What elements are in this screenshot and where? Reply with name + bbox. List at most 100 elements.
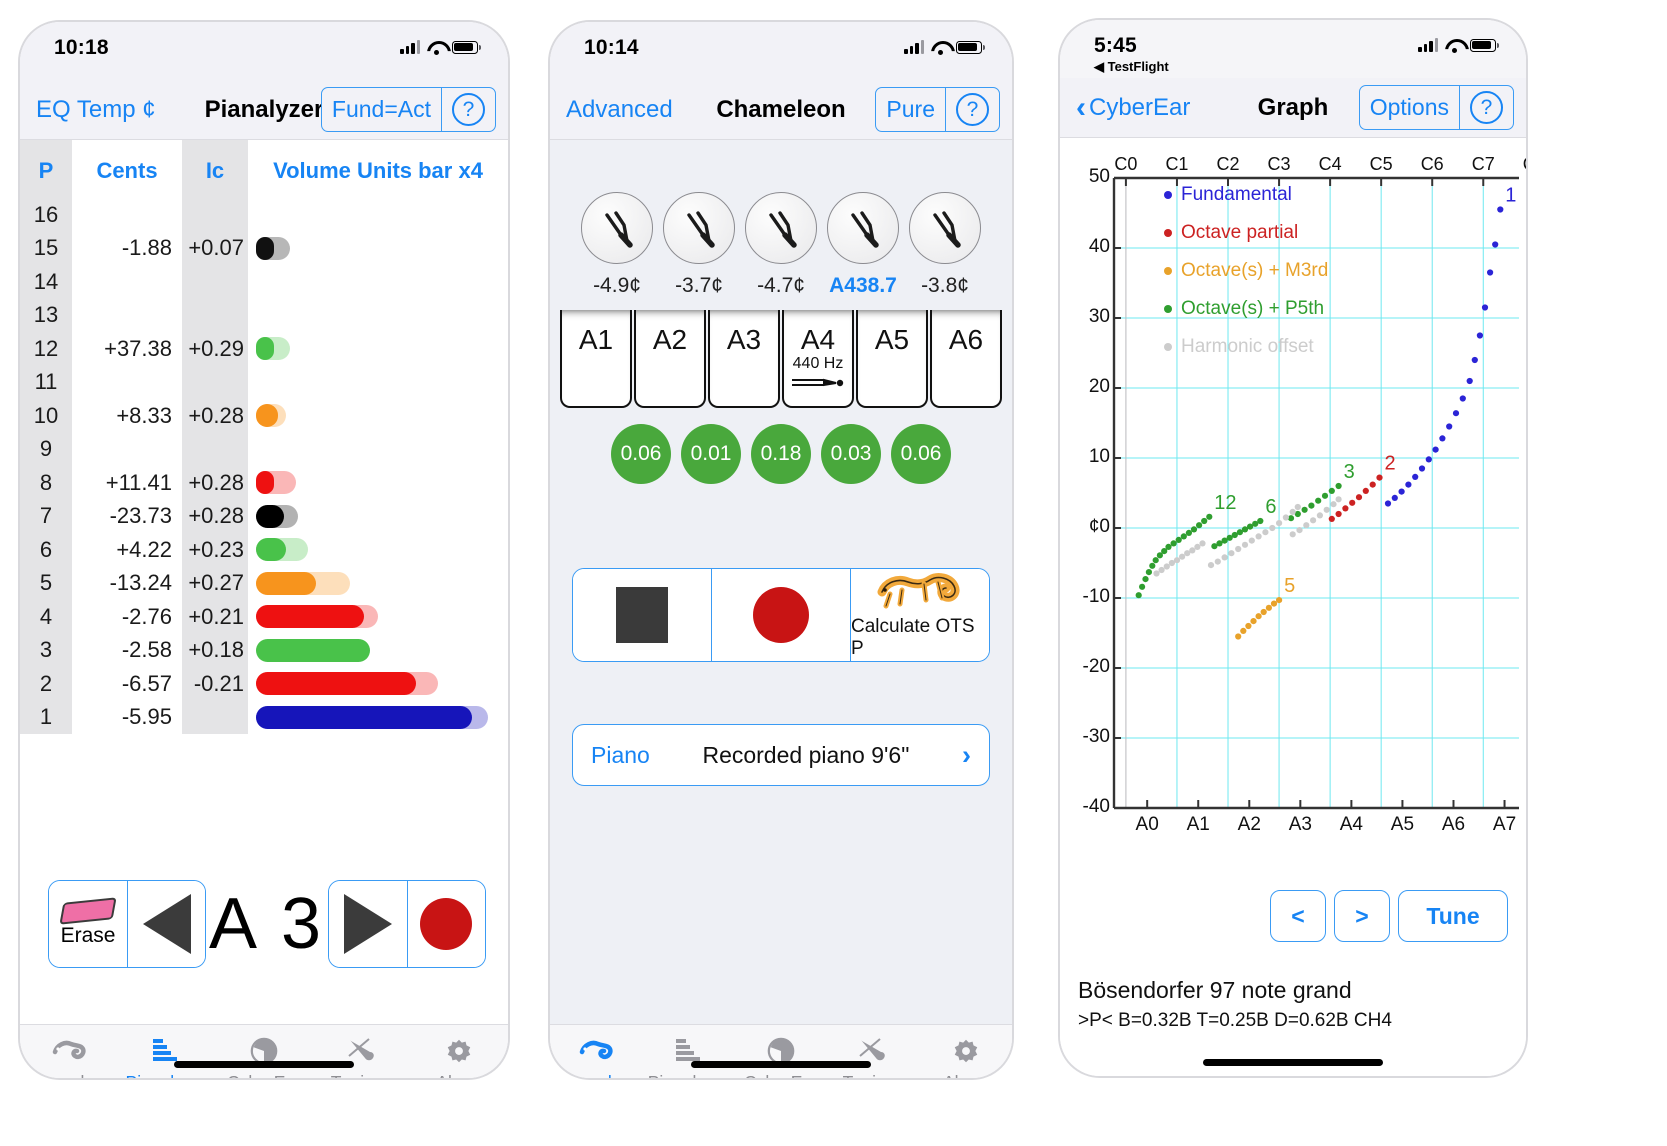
piano-key-A5[interactable]: A5 xyxy=(856,310,928,408)
cell-partial: 13 xyxy=(20,298,72,332)
next-note-button[interactable]: > xyxy=(1334,890,1390,942)
status-bar: 10:14 xyxy=(550,22,1012,80)
stop-button[interactable] xyxy=(573,569,711,661)
fork-column-1[interactable]: -4.9¢ xyxy=(581,192,653,298)
cell-ic: +0.28 xyxy=(182,499,248,533)
cell-cents xyxy=(72,433,182,467)
help-button[interactable]: ? xyxy=(441,88,495,131)
cell-cents: -2.58 xyxy=(121,637,172,663)
screenshot-root: 10:18 EQ Temp ¢ Pianalyzer Fund=Act ? P … xyxy=(0,0,1667,1146)
piano-selector-row[interactable]: Piano Recorded piano 9'6" › xyxy=(572,724,990,786)
fork-cents-value: -3.8¢ xyxy=(921,274,969,297)
tuning-fork-icon[interactable] xyxy=(827,192,899,264)
help-button[interactable]: ? xyxy=(1459,86,1513,129)
options-button[interactable]: Options xyxy=(1360,86,1459,129)
table-row[interactable]: 7 -23.73 +0.28 xyxy=(20,499,508,533)
table-row[interactable]: 8 +11.41 +0.28 xyxy=(20,466,508,500)
tab-tunings[interactable]: Tunings xyxy=(827,1033,919,1078)
fork-column-4[interactable]: A438.7 xyxy=(827,192,899,298)
table-row[interactable]: 2 -6.57 -0.21 xyxy=(20,667,508,701)
tab-label: CyberEar xyxy=(227,1072,301,1078)
tuning-fork-icon[interactable] xyxy=(581,192,653,264)
previous-note-button[interactable]: < xyxy=(1270,890,1326,942)
svg-text:12: 12 xyxy=(1214,492,1236,514)
fund-act-button[interactable]: Fund=Act xyxy=(322,88,441,131)
tab-chameleon[interactable]: Chameleon xyxy=(20,1033,118,1078)
tab-cyberear[interactable]: CyberEar xyxy=(735,1033,827,1078)
piano-key-A2[interactable]: A2 xyxy=(634,310,706,408)
calculate-ots-button[interactable]: Calculate OTS P xyxy=(850,569,989,661)
legend-item: Octave(s) + P5th xyxy=(1164,290,1328,328)
question-mark-icon: ? xyxy=(956,93,989,126)
cell-partial: 4 xyxy=(20,600,72,634)
svg-text:2: 2 xyxy=(1384,453,1395,475)
x-bottom-tick-label: A3 xyxy=(1288,814,1312,835)
table-row[interactable]: 9 xyxy=(20,432,508,467)
table-row[interactable]: 3 -2.58 +0.18 xyxy=(20,633,508,668)
record-button[interactable] xyxy=(406,881,485,967)
tuning-graph[interactable]: 12 6 3 2 1 5 -40 -30 -20 -10 ¢0 10 20 30 40 50 C0 C1 C2 C3 C… xyxy=(1068,142,1526,882)
chameleon-lizard-icon xyxy=(877,573,960,609)
fork-column-2[interactable]: -3.7¢ xyxy=(663,192,735,298)
fork-column-3[interactable]: -4.7¢ xyxy=(745,192,817,298)
table-row[interactable]: 16 xyxy=(20,198,508,232)
legend-label: Harmonic offset xyxy=(1181,336,1314,357)
table-row[interactable]: 15 -1.88 +0.07 xyxy=(20,231,508,265)
phone-panel-chameleon: 10:14 Advanced Chameleon Pure ? -4.9¢ -3.… xyxy=(548,20,1014,1080)
cell-bar xyxy=(248,634,508,668)
tuning-fork-icon[interactable] xyxy=(663,192,735,264)
table-row[interactable]: 11 xyxy=(20,365,508,399)
tab-pianalyzer[interactable]: Pianalyzer xyxy=(118,1033,216,1078)
table-row[interactable]: 6 +4.22 +0.23 xyxy=(20,533,508,567)
table-header-row: P Cents Ic Volume Units bar x4 xyxy=(20,140,508,198)
piano-key-A1[interactable]: A1 xyxy=(560,310,632,408)
table-row[interactable]: 1 -5.95 xyxy=(20,700,508,734)
svg-text:6: 6 xyxy=(1265,496,1276,518)
tuning-fork-icon[interactable] xyxy=(909,192,981,264)
question-mark-icon: ? xyxy=(452,93,485,126)
cell-bar xyxy=(248,567,508,601)
help-button[interactable]: ? xyxy=(945,88,999,131)
next-note-button[interactable] xyxy=(328,881,407,967)
tab-about[interactable]: About xyxy=(920,1033,1012,1078)
fork-column-5[interactable]: -3.8¢ xyxy=(909,192,981,298)
status-bar: 5:45 ◀ TestFlight xyxy=(1060,20,1526,78)
table-row[interactable]: 12 +37.38 +0.29 xyxy=(20,332,508,366)
piano-key-A6[interactable]: A6 xyxy=(930,310,1002,408)
back-to-app-label[interactable]: ◀ TestFlight xyxy=(1094,59,1169,75)
cell-partial: 9 xyxy=(20,432,72,466)
table-row[interactable]: 10 +8.33 +0.28 xyxy=(20,399,508,433)
tab-pianalyzer[interactable]: Pianalyzer xyxy=(642,1033,734,1078)
pure-button[interactable]: Pure xyxy=(876,88,945,131)
back-button-cyberear[interactable]: ‹ CyberEar xyxy=(1076,92,1191,122)
cell-ic: +0.21 xyxy=(182,600,248,634)
piano-key-A4[interactable]: A4 440 Hz xyxy=(782,310,854,408)
eq-temp-button[interactable]: EQ Temp ¢ xyxy=(36,96,156,124)
erase-button[interactable]: Erase xyxy=(49,881,127,967)
tune-button[interactable]: Tune xyxy=(1398,890,1508,942)
record-button[interactable] xyxy=(711,569,850,661)
table-row[interactable]: 13 xyxy=(20,298,508,333)
tuning-fork-icon[interactable] xyxy=(745,192,817,264)
y-tick-label: -30 xyxy=(1082,726,1110,747)
tab-chameleon[interactable]: Chameleon xyxy=(550,1033,642,1078)
cell-ic xyxy=(182,700,248,734)
table-row[interactable]: 5 -13.24 +0.27 xyxy=(20,566,508,601)
battery-icon xyxy=(1470,38,1499,52)
tab-about[interactable]: About xyxy=(410,1033,508,1078)
cell-cents: -2.76 xyxy=(121,603,172,629)
tab-bar: Chameleon Pianalyzer CyberEar Tunings About xyxy=(20,1024,508,1078)
cell-cents xyxy=(72,299,182,333)
volume-bar xyxy=(256,337,508,361)
key-name: A6 xyxy=(948,324,984,355)
cell-partial: 7 xyxy=(20,499,72,533)
tab-cyberear[interactable]: CyberEar xyxy=(215,1033,313,1078)
table-row[interactable]: 14 xyxy=(20,265,508,299)
back-button-label: CyberEar xyxy=(1089,93,1191,121)
previous-note-button[interactable] xyxy=(127,881,205,967)
piano-key-A3[interactable]: A3 xyxy=(708,310,780,408)
tab-tunings[interactable]: Tunings xyxy=(313,1033,411,1078)
volume-bar xyxy=(256,705,508,729)
table-row[interactable]: 4 -2.76 +0.21 xyxy=(20,600,508,634)
advanced-button[interactable]: Advanced xyxy=(566,96,673,124)
